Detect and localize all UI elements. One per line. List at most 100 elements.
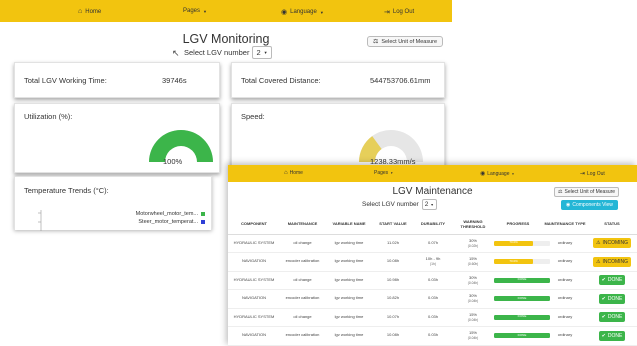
threshold-value: 30% bbox=[468, 274, 477, 280]
globe-icon: ◉ bbox=[480, 171, 486, 177]
globe-icon: ◉ bbox=[281, 9, 288, 16]
status-button[interactable]: ✔ DONE bbox=[598, 312, 626, 323]
durability-value: 0.07h bbox=[427, 239, 438, 245]
cell-variable: lgv working time bbox=[325, 289, 373, 309]
column-header: MAINTENANCE TYPE bbox=[543, 216, 587, 235]
home-icon: ⌂ bbox=[284, 170, 288, 176]
progress-bar: 70.0% bbox=[494, 259, 550, 265]
status-label: DONE bbox=[607, 277, 623, 284]
progress-fill: DONE bbox=[494, 296, 550, 302]
column-header: START VALUE bbox=[373, 216, 413, 235]
select-unit-label: Select Unit of Measure bbox=[564, 189, 616, 195]
lgv-number-value: 2 bbox=[424, 201, 429, 208]
cell-durability: 10h - 9h (1h) bbox=[413, 252, 453, 272]
nav-logout-label: Log Out bbox=[392, 9, 415, 15]
status-button[interactable]: ✔ DONE bbox=[598, 330, 626, 341]
column-header: PROGRESS bbox=[493, 216, 543, 235]
caret-down-icon: ▼ bbox=[390, 171, 394, 175]
distance-value: 544753706.61mm bbox=[370, 76, 431, 85]
nav-pages-label: Pages bbox=[183, 8, 201, 14]
nav-language-dropdown[interactable]: ◉ Language ▼ bbox=[480, 170, 514, 178]
table-row: NAVIGATION encoder calibration lgv working… bbox=[228, 289, 637, 309]
select-unit-button[interactable]: ⚖ Select Unit of Measure bbox=[554, 187, 620, 197]
cell-variable: lgv working time bbox=[325, 308, 373, 327]
status-button[interactable]: ✔ DONE bbox=[598, 293, 626, 304]
select-unit-label: Select Unit of Measure bbox=[381, 38, 438, 45]
check-icon: ✔ bbox=[601, 314, 606, 321]
table-row: NAVIGATION encoder calibration lgv working… bbox=[228, 326, 637, 346]
working-time-value: 39746s bbox=[162, 76, 187, 85]
column-header: VARIABLE NAME bbox=[325, 216, 373, 235]
cell-variable: lgv working time bbox=[325, 326, 373, 346]
caret-down-icon: ▼ bbox=[430, 202, 434, 207]
cell-start-value: 10.07h bbox=[373, 308, 413, 327]
threshold-sub: (0.60h) bbox=[467, 262, 479, 267]
utilization-label: Utilization (%): bbox=[24, 112, 73, 121]
durability-value: 0.03h bbox=[427, 332, 438, 338]
lgv-number-select[interactable]: 2 ▼ bbox=[421, 199, 437, 210]
cell-durability: 0.03h bbox=[413, 289, 453, 309]
status-button[interactable]: ⚠ INCOMING bbox=[592, 238, 632, 249]
caret-down-icon: ▼ bbox=[203, 8, 207, 14]
table-header-row: COMPONENT MAINTENANCE VARIABLE NAME STAR… bbox=[228, 216, 637, 235]
status-label: INCOMING bbox=[602, 258, 629, 265]
progress-fill: DONE bbox=[494, 277, 550, 283]
cell-status: ✔ DONE bbox=[587, 308, 637, 327]
cell-maintenance: encoder calibration bbox=[280, 252, 325, 272]
threshold-value: 15% bbox=[468, 311, 477, 317]
durability-value: 10h - 9h bbox=[425, 256, 441, 262]
lgv-number-select[interactable]: 2 ▼ bbox=[252, 46, 272, 59]
components-view-button[interactable]: ◉ Components View bbox=[561, 200, 618, 210]
progress-label: 70.0% bbox=[509, 259, 518, 263]
progress-label: DONE bbox=[517, 314, 527, 319]
nav-language-label: Language bbox=[290, 9, 317, 15]
lgv-select-label: Select LGV number bbox=[184, 48, 250, 57]
legend-item-steer[interactable]: Steer_motor_temperat... bbox=[138, 219, 205, 225]
lgv-number-value: 2 bbox=[256, 48, 261, 57]
status-button[interactable]: ✔ DONE bbox=[598, 275, 626, 286]
table-row: HYDRAULIC SYSTEM oil change lgv working ti… bbox=[228, 271, 637, 290]
mouse-cursor-icon: ↖ bbox=[172, 48, 180, 58]
cell-durability: 0.03h bbox=[413, 271, 453, 290]
screenshot-root: ⌂ Home Pages ▼ ◉ Language ▼ ⇥ Log Out LG… bbox=[0, 0, 637, 346]
progress-fill: DONE bbox=[494, 314, 550, 320]
nav-logout-link[interactable]: ⇥ Log Out bbox=[384, 8, 414, 16]
cell-variable: lgv working time bbox=[325, 271, 373, 290]
cell-start-value: 10.08h bbox=[373, 326, 413, 346]
cell-component: HYDRAULIC SYSTEM bbox=[228, 271, 280, 290]
column-header: COMPONENT bbox=[228, 216, 280, 235]
progress-bar: 70.0% bbox=[494, 240, 550, 246]
status-button[interactable]: ⚠ INCOMING bbox=[592, 256, 632, 267]
threshold-value: 30% bbox=[468, 293, 477, 299]
nav-pages-label: Pages bbox=[374, 170, 389, 176]
nav-pages-dropdown[interactable]: Pages ▼ bbox=[374, 170, 393, 176]
cell-start-value: 11.02h bbox=[373, 234, 413, 253]
cell-variable: lgv working time bbox=[325, 234, 373, 253]
table-row: NAVIGATION encoder calibration lgv working… bbox=[228, 252, 637, 272]
scale-icon: ⚖ bbox=[373, 39, 379, 45]
working-time-card: Total LGV Working Time: 39746s bbox=[14, 62, 220, 98]
temperature-label: Temperature Trends (°C): bbox=[24, 186, 109, 195]
logout-icon: ⇥ bbox=[580, 171, 586, 177]
select-unit-button[interactable]: ⚖ Select Unit of Measure bbox=[367, 36, 444, 47]
nav-home-link[interactable]: ⌂ Home bbox=[78, 8, 101, 15]
cell-maintenance: oil change bbox=[280, 234, 325, 253]
nav-language-dropdown[interactable]: ◉ Language ▼ bbox=[281, 8, 324, 16]
durability-sub: (1h) bbox=[430, 262, 436, 267]
nav-pages-dropdown[interactable]: Pages ▼ bbox=[183, 8, 207, 14]
cell-threshold: 30% (0.02h) bbox=[453, 234, 493, 253]
legend-item-motorwheel[interactable]: Motorwheel_motor_tem... bbox=[136, 211, 205, 217]
durability-value: 0.03h bbox=[427, 276, 438, 282]
cell-threshold: 30% (0.04h) bbox=[453, 289, 493, 309]
progress-bar: DONE bbox=[494, 333, 550, 339]
caret-down-icon: ▼ bbox=[263, 50, 268, 55]
cell-maintenance: oil change bbox=[280, 271, 325, 290]
maintenance-window: ⌂ Home Pages ▼ ◉ Language ▼ ⇥ Log Out LG… bbox=[228, 165, 637, 346]
check-icon: ✔ bbox=[601, 295, 606, 302]
threshold-sub: (0.04h) bbox=[467, 336, 479, 341]
progress-label: DONE bbox=[517, 277, 527, 282]
nav-home-link[interactable]: ⌂ Home bbox=[284, 170, 303, 176]
cell-progress: 70.0% bbox=[493, 234, 550, 253]
eye-icon: ◉ bbox=[566, 202, 571, 208]
nav-logout-link[interactable]: ⇥ Log Out bbox=[580, 170, 605, 178]
